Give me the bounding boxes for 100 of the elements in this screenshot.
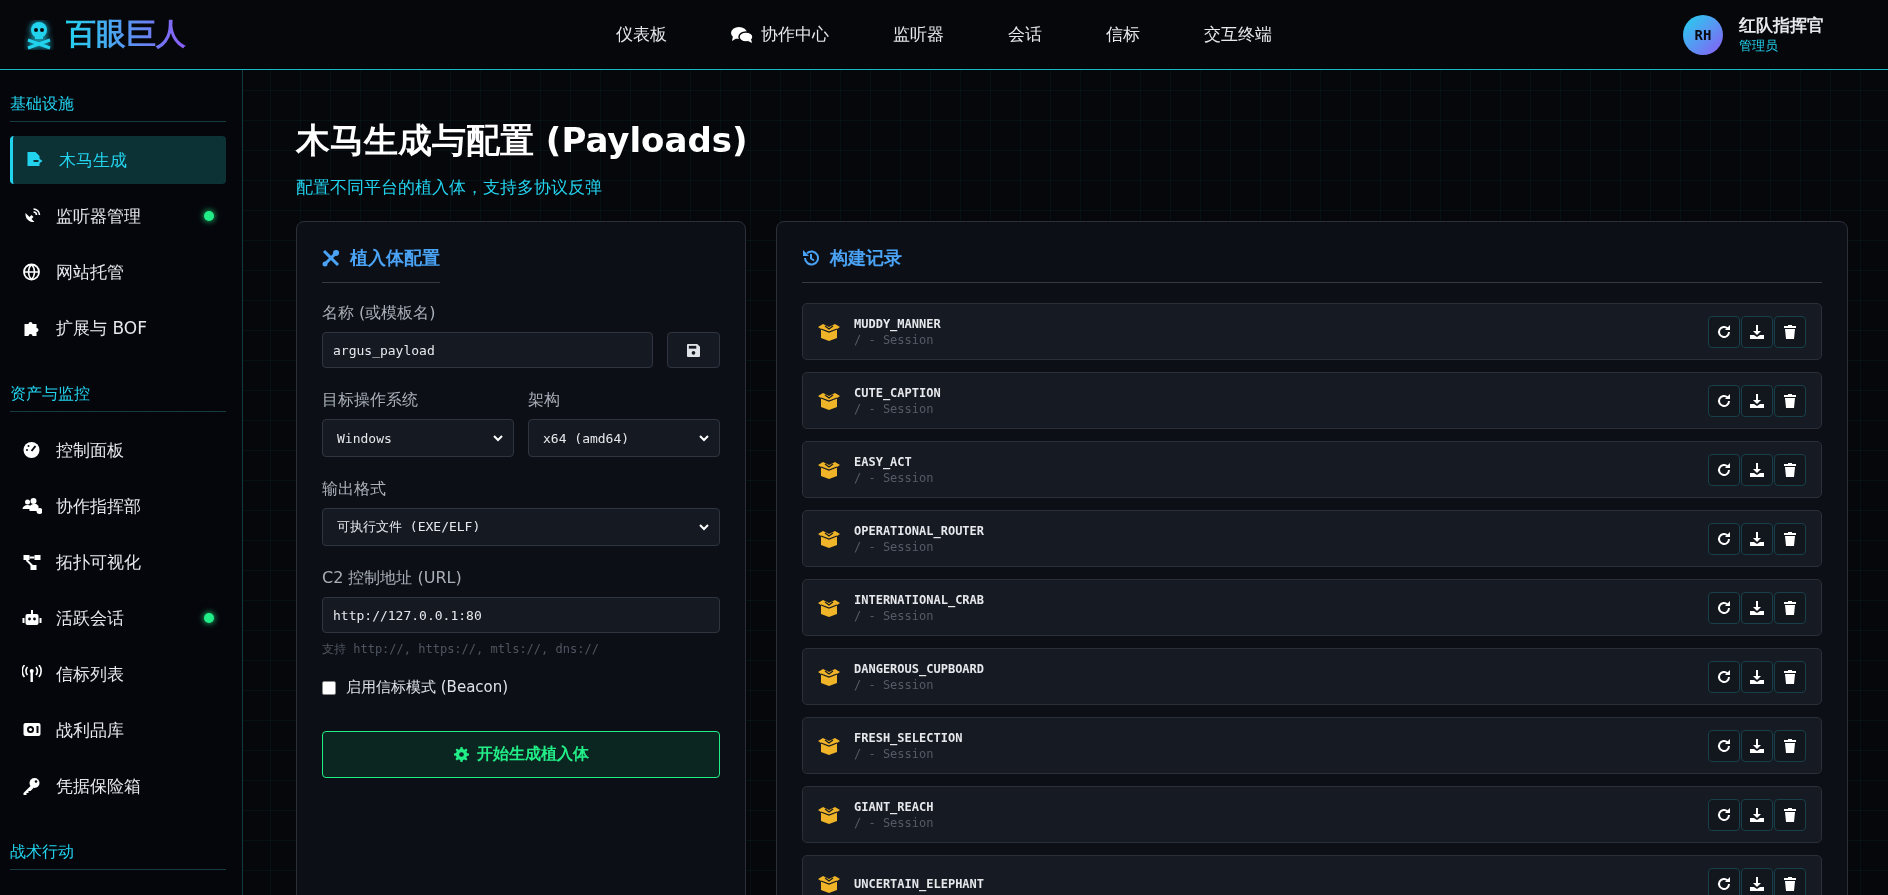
rebuild-button[interactable] xyxy=(1708,660,1740,693)
rebuild-button[interactable] xyxy=(1708,453,1740,486)
safe-icon xyxy=(22,721,42,739)
download-button[interactable] xyxy=(1741,591,1773,624)
trash-icon xyxy=(1784,876,1796,891)
sidebar-item-label: 协作指挥部 xyxy=(56,494,142,518)
beacon-checkbox[interactable] xyxy=(322,680,336,695)
nav-link[interactable]: 协作中心 xyxy=(699,23,861,46)
download-button[interactable] xyxy=(1741,453,1773,486)
delete-button[interactable] xyxy=(1774,384,1806,417)
chevron-down-icon xyxy=(493,434,503,442)
build-meta: / - Session xyxy=(854,401,935,416)
rebuild-button[interactable] xyxy=(1708,384,1740,417)
robot-icon xyxy=(22,609,42,627)
trash-icon xyxy=(1784,531,1796,546)
rebuild-button[interactable] xyxy=(1708,522,1740,555)
refresh-icon xyxy=(1717,669,1731,684)
nav-link[interactable]: 交互终端 xyxy=(1172,23,1304,46)
delete-button[interactable] xyxy=(1774,798,1806,831)
sidebar-item[interactable]: 木马生成 xyxy=(10,136,226,184)
sidebar-item[interactable]: 网站托管 xyxy=(10,248,226,296)
sidebar-item[interactable]: 凭据保险箱 xyxy=(10,762,226,810)
refresh-icon xyxy=(1717,531,1731,546)
refresh-icon xyxy=(1717,807,1731,822)
trash-icon xyxy=(1784,324,1796,339)
sidebar-section-heading: 基础设施 xyxy=(10,70,226,122)
checkbox-label: 启用信标模式 (Beacon) xyxy=(346,678,509,697)
chevron-down-icon xyxy=(699,523,709,531)
sidebar-item[interactable]: 协作指挥部 xyxy=(10,482,226,530)
delete-button[interactable] xyxy=(1774,660,1806,693)
rebuild-button[interactable] xyxy=(1708,867,1740,895)
download-icon xyxy=(1750,738,1764,753)
download-button[interactable] xyxy=(1741,867,1773,895)
arch-select[interactable]: x64 (amd64) xyxy=(528,419,720,457)
sidebar-item[interactable]: 控制面板 xyxy=(10,426,226,474)
format-select[interactable]: 可执行文件 (EXE/ELF) xyxy=(322,508,720,546)
sidebar-item[interactable]: 扩展与 BOF xyxy=(10,304,226,352)
rebuild-button[interactable] xyxy=(1708,729,1740,762)
refresh-icon xyxy=(1717,600,1731,615)
delete-button[interactable] xyxy=(1774,315,1806,348)
os-select[interactable]: Windows xyxy=(322,419,514,457)
box-icon xyxy=(818,460,840,479)
box-icon xyxy=(818,736,840,755)
build-meta: / - Session xyxy=(854,470,935,485)
build-name: GIANT_REACH xyxy=(854,799,935,814)
build-name: INTERNATIONAL_CRAB xyxy=(854,592,986,607)
download-button[interactable] xyxy=(1741,384,1773,417)
field-label: C2 控制地址 (URL) xyxy=(322,568,463,589)
chevron-down-icon xyxy=(699,434,709,442)
delete-button[interactable] xyxy=(1774,522,1806,555)
download-button[interactable] xyxy=(1741,522,1773,555)
rebuild-button[interactable] xyxy=(1708,591,1740,624)
nav-link[interactable]: 监听器 xyxy=(861,23,976,46)
history-icon xyxy=(802,249,820,267)
download-button[interactable] xyxy=(1741,798,1773,831)
field-label: 输出格式 xyxy=(322,479,387,500)
refresh-icon xyxy=(1717,393,1731,408)
sidebar-item[interactable]: 战利品库 xyxy=(10,706,226,754)
build-name: EASY_ACT xyxy=(854,454,913,469)
sidebar-item[interactable]: 监听器管理 xyxy=(10,192,226,240)
sidebar-section-heading: 战术行动 xyxy=(10,818,226,870)
sidebar-item-label: 扩展与 BOF xyxy=(56,316,148,340)
delete-button[interactable] xyxy=(1774,591,1806,624)
download-button[interactable] xyxy=(1741,729,1773,762)
save-button[interactable] xyxy=(667,332,720,368)
build-meta: / - Session xyxy=(854,608,935,623)
user-name: 红队指挥官 xyxy=(1739,14,1824,37)
nav-link[interactable]: 信标 xyxy=(1074,23,1172,46)
rebuild-button[interactable] xyxy=(1708,798,1740,831)
nav-link[interactable]: 会话 xyxy=(976,23,1074,46)
sidebar-item[interactable]: 信标列表 xyxy=(10,650,226,698)
download-button[interactable] xyxy=(1741,660,1773,693)
sidebar-item[interactable]: 活跃会话 xyxy=(10,594,226,642)
rebuild-button[interactable] xyxy=(1708,315,1740,348)
build-meta: / - Session xyxy=(854,815,935,830)
satellite-dish-icon xyxy=(22,207,42,225)
user-avatar[interactable]: RH xyxy=(1683,14,1723,55)
field-label: 目标操作系统 xyxy=(322,390,419,411)
box-icon xyxy=(818,805,840,824)
chat-icon xyxy=(731,25,753,44)
delete-button[interactable] xyxy=(1774,867,1806,895)
box-icon xyxy=(818,598,840,617)
generate-button[interactable]: 开始生成植入体 xyxy=(322,731,720,778)
sidebar-item-label: 拓扑可视化 xyxy=(56,550,142,574)
download-icon xyxy=(1750,462,1764,477)
sidebar-item-label: 控制面板 xyxy=(56,438,125,462)
sidebar-item[interactable]: 拓扑可视化 xyxy=(10,538,226,586)
trash-icon xyxy=(1784,393,1796,408)
name-input[interactable]: argus_payload xyxy=(322,332,653,368)
user-role: 管理员 xyxy=(1739,37,1779,55)
delete-button[interactable] xyxy=(1774,729,1806,762)
build-meta: / - Session xyxy=(854,332,935,347)
download-button[interactable] xyxy=(1741,315,1773,348)
sidebar-item-label: 凭据保险箱 xyxy=(56,774,142,798)
delete-button[interactable] xyxy=(1774,453,1806,486)
nav-link[interactable]: 仪表板 xyxy=(584,23,699,46)
url-input[interactable]: http://127.0.0.1:80 xyxy=(322,597,720,633)
download-icon xyxy=(1750,393,1764,408)
build-meta: / - Session xyxy=(854,677,935,692)
users-gear-icon xyxy=(22,497,42,515)
